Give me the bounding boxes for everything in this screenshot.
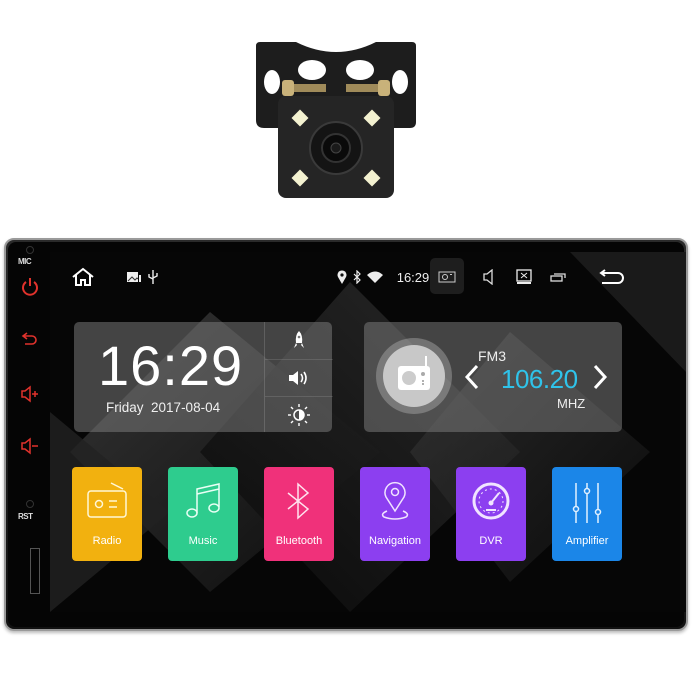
sd-card-slot: [30, 548, 40, 594]
recent-apps-button[interactable]: [548, 266, 568, 288]
reset-hole[interactable]: [26, 500, 34, 508]
speedometer-icon: [472, 482, 510, 520]
quick-settings: [264, 322, 333, 432]
mic-label: MIC: [18, 257, 32, 266]
gallery-notification[interactable]: [126, 266, 142, 288]
screenshot-icon: [438, 271, 456, 283]
map-pin-icon: [381, 481, 409, 520]
app-label: Amplifier: [565, 535, 609, 547]
recent-apps-icon: [550, 273, 566, 282]
location-icon: [337, 270, 347, 284]
screenshot-button[interactable]: [436, 266, 458, 288]
usb-icon: [148, 270, 158, 284]
status-time-text: 16:29: [396, 269, 430, 285]
app-navigation[interactable]: Navigation: [360, 467, 430, 561]
volume-up-icon[interactable]: [20, 384, 40, 404]
wifi-icon: [367, 271, 383, 283]
brightness-button[interactable]: [265, 396, 333, 432]
power-icon[interactable]: [20, 276, 40, 296]
back-button[interactable]: [598, 266, 626, 288]
app-label: Radio: [92, 535, 122, 547]
gallery-notification-icon: [127, 272, 141, 282]
rear-camera-image: [256, 42, 416, 198]
rocket-button[interactable]: [265, 322, 333, 358]
radio-frequency: 106.20: [501, 364, 578, 394]
radio-widget-icon[interactable]: [374, 336, 454, 416]
clock-time: 16:29: [98, 334, 244, 397]
clock-day: Friday: [106, 400, 144, 415]
bezel: MIC RST 16:29 16:29 Friday 2017-08-04 FM…: [8, 242, 686, 627]
close-app-icon: [516, 269, 532, 284]
radio-unit: MHZ: [557, 396, 586, 411]
usb-notification[interactable]: [146, 266, 160, 288]
next-station-button[interactable]: [592, 364, 608, 390]
android-screen: 16:29 16:29 Friday 2017-08-04 FM3 106.20…: [50, 252, 686, 612]
clock-date-value: 2017-08-04: [151, 400, 221, 415]
back-hw-icon[interactable]: [20, 328, 40, 348]
radio-band: FM3: [478, 348, 506, 364]
brightness-icon: [288, 403, 310, 426]
app-radio[interactable]: Radio: [72, 467, 142, 561]
rocket-icon: [294, 331, 304, 348]
radio-icon: [87, 482, 127, 518]
home-icon: [72, 267, 94, 286]
volume-down-icon[interactable]: [20, 436, 40, 456]
rst-label: RST: [18, 512, 33, 521]
app-bluetooth[interactable]: Bluetooth: [264, 467, 334, 561]
volume-icon: [483, 269, 493, 285]
status-time: 16:29: [396, 266, 430, 288]
mic-hole: [26, 246, 34, 254]
bluetooth-status-icon: [353, 270, 361, 284]
app-label: DVR: [479, 535, 503, 547]
close-app-button[interactable]: [514, 266, 534, 288]
home-button[interactable]: [70, 266, 96, 288]
app-label: Navigation: [369, 535, 421, 547]
volume-button[interactable]: [480, 266, 498, 288]
music-note-icon: [186, 483, 220, 518]
radio-widget[interactable]: FM3 106.20 MHZ: [364, 322, 622, 432]
app-amplifier[interactable]: Amplifier: [552, 467, 622, 561]
app-dvr[interactable]: DVR: [456, 467, 526, 561]
bluetooth-icon: [287, 482, 310, 520]
clock-date: Friday 2017-08-04: [106, 400, 220, 415]
car-head-unit: MIC RST 16:29 16:29 Friday 2017-08-04 FM…: [4, 238, 688, 631]
prev-station-button[interactable]: [464, 364, 480, 390]
volume-quick-button[interactable]: [265, 359, 333, 395]
clock-widget[interactable]: 16:29 Friday 2017-08-04: [74, 322, 333, 432]
app-label: Music: [188, 535, 218, 547]
back-icon: [599, 269, 624, 284]
equalizer-icon: [572, 483, 602, 523]
app-label: Bluetooth: [275, 535, 323, 547]
speaker-icon: [289, 370, 307, 385]
app-music[interactable]: Music: [168, 467, 238, 561]
